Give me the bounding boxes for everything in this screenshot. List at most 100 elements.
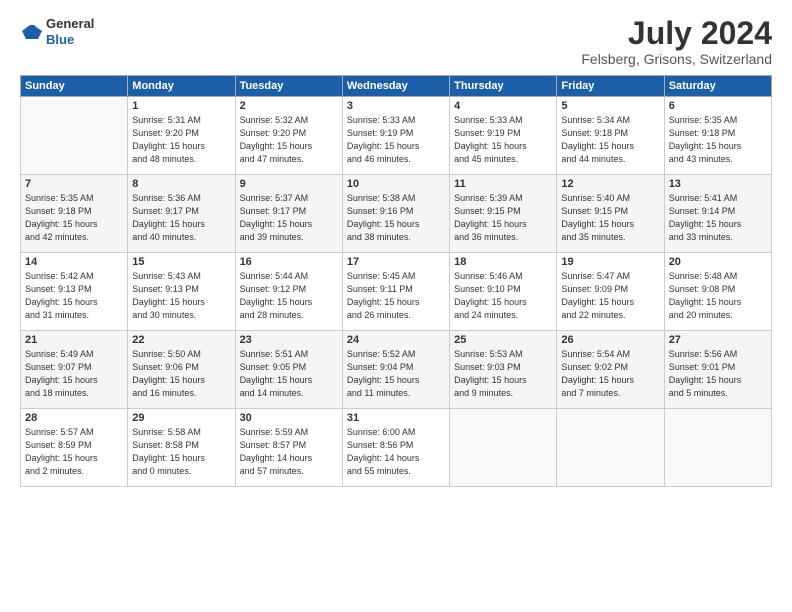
calendar-cell (557, 409, 664, 487)
calendar-cell: 27 Sunrise: 5:56 AM Sunset: 9:01 PM Dayli… (664, 331, 771, 409)
header: General Blue July 2024 Felsberg, Grisons… (20, 16, 772, 67)
calendar-table: SundayMondayTuesdayWednesdayThursdayFrid… (20, 75, 772, 487)
calendar-cell: 5 Sunrise: 5:34 AM Sunset: 9:18 PM Daylig… (557, 97, 664, 175)
cell-info: Sunrise: 5:52 AM Sunset: 9:04 PM Dayligh… (347, 348, 445, 400)
calendar-cell: 7 Sunrise: 5:35 AM Sunset: 9:18 PM Daylig… (21, 175, 128, 253)
calendar-week-row: 1Sunrise: 5:31 AM Sunset: 9:20 PM Daylig… (21, 97, 772, 175)
calendar-cell: 30 Sunrise: 5:59 AM Sunset: 8:57 PM Dayli… (235, 409, 342, 487)
calendar-cell: 24Sunrise: 5:52 AM Sunset: 9:04 PM Dayli… (342, 331, 449, 409)
weekday-header: Friday (557, 76, 664, 97)
cell-info: Sunrise: 5:43 AM Sunset: 9:13 PM Dayligh… (132, 270, 230, 322)
day-number: 5 (561, 100, 659, 112)
day-number: 13 (669, 178, 767, 190)
calendar-cell: 25Sunrise: 5:53 AM Sunset: 9:03 PM Dayli… (450, 331, 557, 409)
cell-info: Sunrise: 5:40 AM Sunset: 9:15 PM Dayligh… (561, 192, 659, 244)
calendar-cell: 26Sunrise: 5:54 AM Sunset: 9:02 PM Dayli… (557, 331, 664, 409)
cell-info: Sunrise: 5:32 AM Sunset: 9:20 PM Dayligh… (240, 114, 338, 166)
cell-info: Sunrise: 5:36 AM Sunset: 9:17 PM Dayligh… (132, 192, 230, 244)
logo-text: General Blue (46, 16, 94, 47)
cell-info: Sunrise: 5:37 AM Sunset: 9:17 PM Dayligh… (240, 192, 338, 244)
cell-info: Sunrise: 5:53 AM Sunset: 9:03 PM Dayligh… (454, 348, 552, 400)
day-number: 3 (347, 100, 445, 112)
cell-info: Sunrise: 5:57 AM Sunset: 8:59 PM Dayligh… (25, 426, 123, 478)
calendar-cell: 14 Sunrise: 5:42 AM Sunset: 9:13 PM Dayli… (21, 253, 128, 331)
day-number: 27 (669, 334, 767, 346)
cell-info: Sunrise: 5:34 AM Sunset: 9:18 PM Dayligh… (561, 114, 659, 166)
cell-info: Sunrise: 5:33 AM Sunset: 9:19 PM Dayligh… (454, 114, 552, 166)
calendar-cell: 9Sunrise: 5:37 AM Sunset: 9:17 PM Daylig… (235, 175, 342, 253)
day-number: 16 (240, 256, 338, 268)
calendar-week-row: 14 Sunrise: 5:42 AM Sunset: 9:13 PM Dayli… (21, 253, 772, 331)
cell-info: Sunrise: 5:59 AM Sunset: 8:57 PM Dayligh… (240, 426, 338, 478)
cell-info: Sunrise: 5:44 AM Sunset: 9:12 PM Dayligh… (240, 270, 338, 322)
cell-info: Sunrise: 5:58 AM Sunset: 8:58 PM Dayligh… (132, 426, 230, 478)
cell-info: Sunrise: 5:50 AM Sunset: 9:06 PM Dayligh… (132, 348, 230, 400)
weekday-header: Wednesday (342, 76, 449, 97)
cell-info: Sunrise: 5:48 AM Sunset: 9:08 PM Dayligh… (669, 270, 767, 322)
calendar-cell: 3Sunrise: 5:33 AM Sunset: 9:19 PM Daylig… (342, 97, 449, 175)
weekday-header: Saturday (664, 76, 771, 97)
day-number: 17 (347, 256, 445, 268)
cell-info: Sunrise: 5:35 AM Sunset: 9:18 PM Dayligh… (25, 192, 123, 244)
calendar-header: SundayMondayTuesdayWednesdayThursdayFrid… (21, 76, 772, 97)
day-number: 2 (240, 100, 338, 112)
calendar-cell: 20 Sunrise: 5:48 AM Sunset: 9:08 PM Dayli… (664, 253, 771, 331)
weekday-header: Thursday (450, 76, 557, 97)
cell-info: Sunrise: 5:56 AM Sunset: 9:01 PM Dayligh… (669, 348, 767, 400)
calendar-cell: 18 Sunrise: 5:46 AM Sunset: 9:10 PM Dayli… (450, 253, 557, 331)
calendar-cell: 10 Sunrise: 5:38 AM Sunset: 9:16 PM Dayli… (342, 175, 449, 253)
calendar-week-row: 7 Sunrise: 5:35 AM Sunset: 9:18 PM Daylig… (21, 175, 772, 253)
calendar-week-row: 28 Sunrise: 5:57 AM Sunset: 8:59 PM Dayli… (21, 409, 772, 487)
day-number: 14 (25, 256, 123, 268)
day-number: 11 (454, 178, 552, 190)
header-row: SundayMondayTuesdayWednesdayThursdayFrid… (21, 76, 772, 97)
month-year: July 2024 (581, 16, 772, 51)
calendar-cell: 22 Sunrise: 5:50 AM Sunset: 9:06 PM Dayli… (128, 331, 235, 409)
logo-icon (20, 21, 42, 43)
calendar-cell (450, 409, 557, 487)
cell-info: Sunrise: 5:54 AM Sunset: 9:02 PM Dayligh… (561, 348, 659, 400)
calendar-cell: 11Sunrise: 5:39 AM Sunset: 9:15 PM Dayli… (450, 175, 557, 253)
calendar-cell: 17 Sunrise: 5:45 AM Sunset: 9:11 PM Dayli… (342, 253, 449, 331)
day-number: 18 (454, 256, 552, 268)
page: General Blue July 2024 Felsberg, Grisons… (0, 0, 792, 612)
day-number: 20 (669, 256, 767, 268)
calendar-week-row: 21 Sunrise: 5:49 AM Sunset: 9:07 PM Dayli… (21, 331, 772, 409)
calendar-cell: 1Sunrise: 5:31 AM Sunset: 9:20 PM Daylig… (128, 97, 235, 175)
cell-info: Sunrise: 5:49 AM Sunset: 9:07 PM Dayligh… (25, 348, 123, 400)
calendar-cell (664, 409, 771, 487)
calendar-cell: 31Sunrise: 6:00 AM Sunset: 8:56 PM Dayli… (342, 409, 449, 487)
calendar-body: 1Sunrise: 5:31 AM Sunset: 9:20 PM Daylig… (21, 97, 772, 487)
cell-info: Sunrise: 5:45 AM Sunset: 9:11 PM Dayligh… (347, 270, 445, 322)
day-number: 30 (240, 412, 338, 424)
cell-info: Sunrise: 6:00 AM Sunset: 8:56 PM Dayligh… (347, 426, 445, 478)
day-number: 6 (669, 100, 767, 112)
calendar-cell: 28 Sunrise: 5:57 AM Sunset: 8:59 PM Dayli… (21, 409, 128, 487)
location: Felsberg, Grisons, Switzerland (581, 51, 772, 67)
cell-info: Sunrise: 5:41 AM Sunset: 9:14 PM Dayligh… (669, 192, 767, 244)
cell-info: Sunrise: 5:38 AM Sunset: 9:16 PM Dayligh… (347, 192, 445, 244)
day-number: 28 (25, 412, 123, 424)
cell-info: Sunrise: 5:42 AM Sunset: 9:13 PM Dayligh… (25, 270, 123, 322)
day-number: 10 (347, 178, 445, 190)
cell-info: Sunrise: 5:46 AM Sunset: 9:10 PM Dayligh… (454, 270, 552, 322)
cell-info: Sunrise: 5:51 AM Sunset: 9:05 PM Dayligh… (240, 348, 338, 400)
calendar-cell: 19Sunrise: 5:47 AM Sunset: 9:09 PM Dayli… (557, 253, 664, 331)
weekday-header: Tuesday (235, 76, 342, 97)
cell-info: Sunrise: 5:31 AM Sunset: 9:20 PM Dayligh… (132, 114, 230, 166)
calendar-cell: 29 Sunrise: 5:58 AM Sunset: 8:58 PM Dayli… (128, 409, 235, 487)
weekday-header: Monday (128, 76, 235, 97)
day-number: 21 (25, 334, 123, 346)
cell-info: Sunrise: 5:47 AM Sunset: 9:09 PM Dayligh… (561, 270, 659, 322)
calendar-cell: 21 Sunrise: 5:49 AM Sunset: 9:07 PM Dayli… (21, 331, 128, 409)
calendar-cell: 4Sunrise: 5:33 AM Sunset: 9:19 PM Daylig… (450, 97, 557, 175)
calendar-cell: 16 Sunrise: 5:44 AM Sunset: 9:12 PM Dayli… (235, 253, 342, 331)
calendar-cell (21, 97, 128, 175)
calendar-cell: 13 Sunrise: 5:41 AM Sunset: 9:14 PM Dayli… (664, 175, 771, 253)
day-number: 7 (25, 178, 123, 190)
logo-blue: Blue (46, 32, 94, 48)
calendar-cell: 8Sunrise: 5:36 AM Sunset: 9:17 PM Daylig… (128, 175, 235, 253)
day-number: 22 (132, 334, 230, 346)
day-number: 29 (132, 412, 230, 424)
logo-general: General (46, 16, 94, 32)
